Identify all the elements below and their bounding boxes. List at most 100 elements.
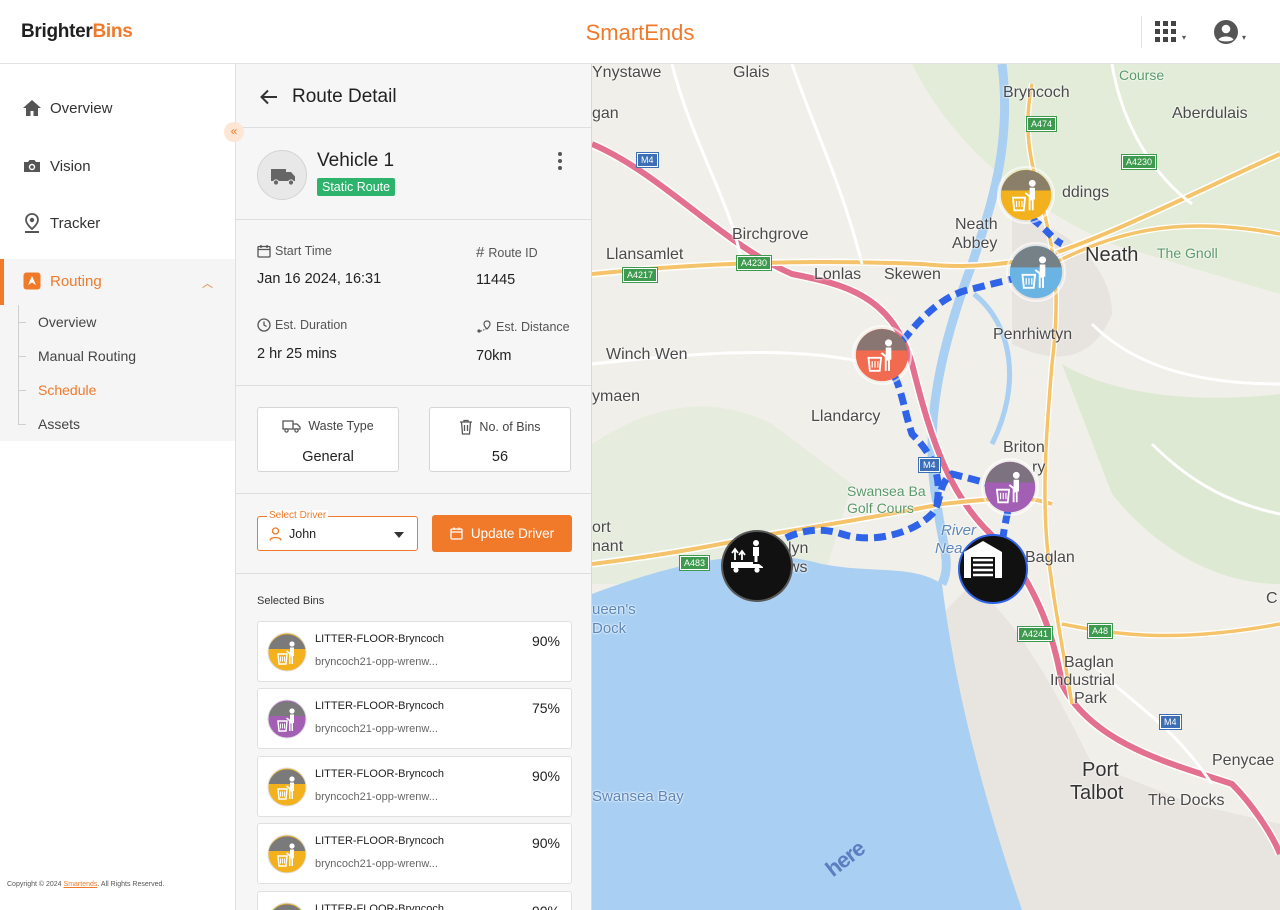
road-shield: A483 xyxy=(678,555,711,571)
caret-down-icon: ▾ xyxy=(1182,33,1187,42)
map-bin-marker[interactable] xyxy=(1006,242,1066,302)
bin-name: LITTER-FLOOR-Bryncoch xyxy=(315,903,444,910)
driver-select[interactable]: Select Driver John xyxy=(257,510,418,551)
map-label: Winch Wen xyxy=(606,346,688,363)
map-label: gan xyxy=(592,105,619,122)
more-vert-icon xyxy=(558,152,562,156)
map-bin-marker[interactable] xyxy=(997,166,1055,224)
back-arrow-icon[interactable] xyxy=(258,86,280,108)
top-header: BrighterBins SmartEnds ▾ ▾ xyxy=(0,0,1280,64)
account-circle-icon xyxy=(1214,20,1238,44)
start-time-label: Start Time xyxy=(257,244,332,258)
bin-name: LITTER-FLOOR-Bryncoch xyxy=(315,835,444,847)
smartends-link[interactable]: Smartends xyxy=(64,881,98,888)
road-shield: A4230 xyxy=(735,255,773,271)
map-label: Aberdulais xyxy=(1172,105,1248,122)
map-start-marker[interactable] xyxy=(721,530,793,602)
bin-fill-percent: 90% xyxy=(532,903,560,910)
routing-submenu: Overview Manual Routing Schedule Assets xyxy=(0,305,235,441)
litter-bin-icon xyxy=(267,632,307,672)
sidebar-item-label: Routing xyxy=(50,273,102,290)
user-menu-button[interactable]: ▾ xyxy=(1213,19,1251,47)
start-time-value: Jan 16 2024, 16:31 xyxy=(257,271,382,287)
submenu-item-manual-routing[interactable]: Manual Routing xyxy=(38,348,136,364)
map-label: C xyxy=(1266,590,1278,607)
road-shield: M4 xyxy=(636,152,659,168)
map-label: Ynystawe xyxy=(592,64,662,81)
waste-type-card: Waste Type General xyxy=(257,407,399,472)
litter-bin-icon xyxy=(267,767,307,807)
collapse-sidebar-button[interactable]: « xyxy=(224,122,244,142)
sidebar-item-label: Overview xyxy=(50,100,113,117)
map-label: Llansamlet xyxy=(606,246,684,263)
bin-fill-percent: 90% xyxy=(531,768,560,784)
map-label: Swansea Ba xyxy=(847,483,926,499)
vehicle-name: Vehicle 1 xyxy=(317,150,395,171)
map-bin-marker[interactable] xyxy=(981,458,1039,516)
dropdown-caret-icon xyxy=(394,532,404,538)
apps-menu-button[interactable]: ▾ xyxy=(1155,21,1189,45)
road-shield: M4 xyxy=(1159,714,1182,730)
bin-fill-percent: 90% xyxy=(531,835,560,851)
map-label: ueen's xyxy=(592,601,636,618)
sidebar-item-label: Vision xyxy=(50,158,91,175)
bin-name: LITTER-FLOOR-Bryncoch xyxy=(315,700,444,712)
driver-selected-value: John xyxy=(289,527,317,541)
trash-bin-icon xyxy=(460,419,473,435)
submenu-item-assets[interactable]: Assets xyxy=(38,416,80,432)
road-shield: A4217 xyxy=(621,267,659,283)
bin-count-label: No. of Bins xyxy=(479,420,541,434)
home-icon xyxy=(23,100,41,116)
distance-pin-icon xyxy=(477,320,491,333)
selected-bin-item[interactable]: LITTER-FLOOR-Bryncoch 90% xyxy=(257,891,572,910)
waste-type-label: Waste Type xyxy=(308,419,374,433)
route-detail-panel: Route Detail Vehicle 1 Static Route Star… xyxy=(235,64,592,910)
left-sidebar: Overview Vision Tracker Routing ︿ Overvi… xyxy=(0,64,235,910)
map-label: Glais xyxy=(733,64,770,81)
bin-fill-percent: 90% xyxy=(531,633,560,649)
more-options-button[interactable] xyxy=(548,150,572,174)
bin-name: LITTER-FLOOR-Bryncoch xyxy=(315,633,444,645)
selected-bin-item[interactable]: LITTER-FLOOR-Bryncoch bryncoch21-opp-wren… xyxy=(257,823,572,884)
driver-select-legend: Select Driver xyxy=(267,510,329,522)
brand-logo[interactable]: BrighterBins xyxy=(21,21,133,43)
clock-icon xyxy=(257,318,271,332)
app-title: SmartEnds xyxy=(585,20,695,45)
hash-icon: # xyxy=(476,244,485,261)
route-id-label: # Route ID xyxy=(476,244,538,261)
update-driver-button[interactable]: Update Driver xyxy=(432,515,572,552)
submenu-item-schedule[interactable]: Schedule xyxy=(38,382,96,398)
selected-bin-item[interactable]: LITTER-FLOOR-Bryncoch bryncoch21-opp-wren… xyxy=(257,621,572,682)
chevron-up-icon: ︿ xyxy=(202,278,213,290)
duration-label: Est. Duration xyxy=(257,318,347,332)
map-label: Penrhiwtyn xyxy=(993,326,1073,343)
sidebar-item-vision[interactable]: Vision xyxy=(0,144,235,190)
bin-fill-percent: 75% xyxy=(531,700,560,716)
sidebar-item-routing[interactable]: Routing ︿ xyxy=(0,259,235,305)
map-label: Birchgrove xyxy=(732,226,809,243)
litter-bin-icon xyxy=(271,902,303,910)
map-bin-marker[interactable] xyxy=(852,325,912,385)
route-map[interactable]: Ynystawe Glais Bryncoch Course Aberdulai… xyxy=(592,64,1280,910)
copyright-text: Copyright © 2024 Smartends. All Rights R… xyxy=(7,881,165,888)
litter-bin-icon xyxy=(267,834,307,874)
road-shield: M4 xyxy=(918,457,941,473)
map-label: Neath xyxy=(955,216,998,233)
submenu-item-overview[interactable]: Overview xyxy=(38,314,96,330)
map-label: Llandarcy xyxy=(811,408,881,425)
selected-bin-item[interactable]: LITTER-FLOOR-Bryncoch bryncoch21-opp-wren… xyxy=(257,688,572,749)
map-label: Neath xyxy=(1085,244,1139,266)
selected-bin-item[interactable]: LITTER-FLOOR-Bryncoch bryncoch21-opp-wren… xyxy=(257,756,572,817)
map-label: Swansea Bay xyxy=(592,788,684,805)
map-depot-marker[interactable] xyxy=(958,534,1028,604)
vehicle-avatar xyxy=(257,150,307,200)
bin-location: bryncoch21-opp-wrenw... xyxy=(315,858,438,870)
map-label: Baglan xyxy=(1025,549,1075,566)
waste-truck-icon xyxy=(282,420,301,433)
warehouse-icon xyxy=(964,541,1002,578)
caret-down-icon: ▾ xyxy=(1242,33,1247,42)
sidebar-item-overview[interactable]: Overview xyxy=(0,86,235,132)
map-label: Course xyxy=(1119,67,1165,83)
sidebar-item-tracker[interactable]: Tracker xyxy=(0,201,235,247)
page-title: Route Detail xyxy=(292,86,397,107)
